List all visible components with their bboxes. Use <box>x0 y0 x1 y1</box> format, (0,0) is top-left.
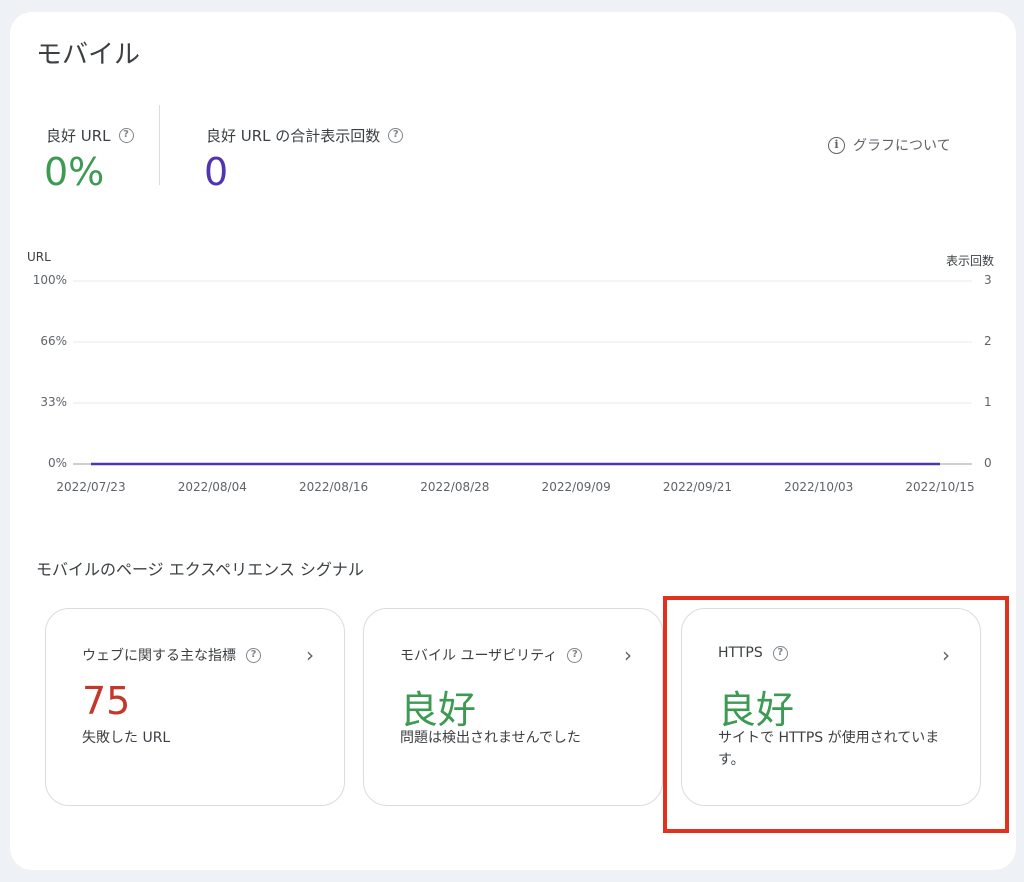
card-header: モバイル ユーザビリティ ? <box>400 645 583 665</box>
card-value: 75 <box>82 679 131 723</box>
chevron-right-icon: › <box>306 643 314 667</box>
help-icon[interactable]: ? <box>246 647 261 663</box>
card-value: 良好 <box>400 688 477 732</box>
card-description: 問題は検出されませんでした <box>400 730 581 746</box>
chevron-right-icon: › <box>624 643 632 667</box>
card-title: ウェブに関する主な指標 <box>82 648 236 664</box>
card-description: 失敗した URL <box>82 730 171 746</box>
card-core-web-vitals[interactable]: ウェブに関する主な指標 ? › 75 失敗した URL <box>45 608 345 806</box>
highlight-box <box>663 596 1009 833</box>
signals-section-title: モバイルのページ エクスペリエンス シグナル <box>36 560 364 579</box>
card-header: ウェブに関する主な指標 ? <box>82 645 261 665</box>
help-icon[interactable]: ? <box>567 647 583 663</box>
card-title: モバイル ユーザビリティ <box>400 648 558 664</box>
card-mobile-usability[interactable]: モバイル ユーザビリティ ? › 良好 問題は検出されませんでした <box>363 608 663 806</box>
